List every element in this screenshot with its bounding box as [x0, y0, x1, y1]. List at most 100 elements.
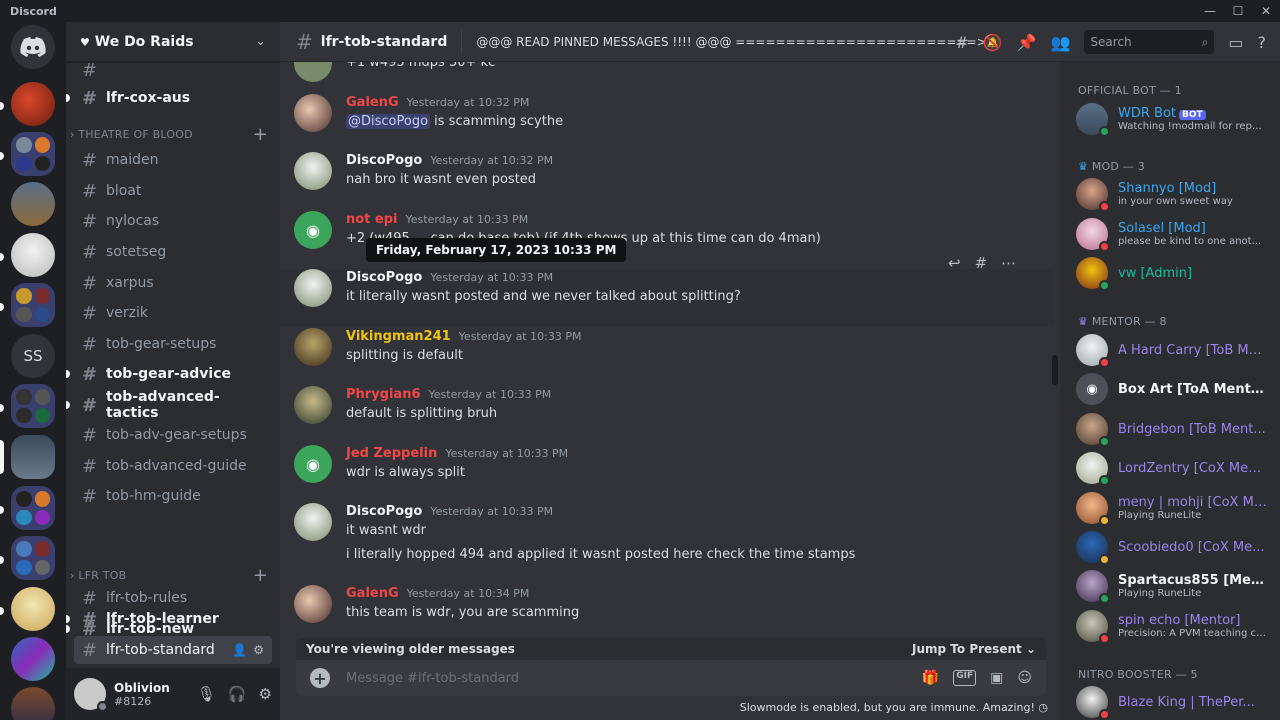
member-item[interactable]: meny | mohji [CoX Me... Playing RuneLite [1076, 487, 1280, 529]
avatar[interactable] [74, 678, 108, 712]
avatar[interactable]: ◉ [294, 445, 332, 483]
server-folder[interactable] [11, 384, 55, 428]
author-name[interactable]: GalenG [346, 586, 399, 601]
threads-icon[interactable]: # [955, 33, 968, 52]
maximize-button[interactable]: ☐ [1224, 0, 1252, 22]
server-icon-dragon[interactable] [11, 82, 55, 126]
guild-header[interactable]: ♥ We Do Raids ⌄ [66, 22, 280, 62]
timestamp[interactable]: Yesterday at 10:34 PM [407, 587, 530, 600]
server-icon-warrior[interactable] [11, 687, 55, 720]
channel-item[interactable]: # tob-advanced-tactics [66, 389, 272, 421]
server-icon-ss[interactable]: SS [11, 334, 55, 378]
channel-topic[interactable]: @@@ READ PINNED MESSAGES !!!! @@@ ======… [476, 35, 986, 49]
member-item[interactable]: Scoobiedo0 [CoX Me... [1076, 526, 1280, 568]
headphones-icon[interactable]: 🎧 [228, 685, 247, 703]
channel-item[interactable]: # tob-gear-setups [74, 330, 272, 358]
create-thread-icon[interactable]: # [975, 254, 988, 272]
avatar[interactable] [294, 269, 332, 307]
channel-partial[interactable]: # [74, 62, 272, 84]
member-item[interactable]: Shannyo [Mod] in your own sweet way [1076, 173, 1280, 215]
member-item[interactable]: Spartacus855 [Mento... Playing RuneLite [1076, 565, 1280, 607]
server-folder[interactable] [11, 283, 55, 327]
message-hovered[interactable]: DiscoPogo Yesterday at 10:33 PM it litera… [280, 269, 1054, 327]
member-item[interactable]: Bridgebon [ToB Ment... [1076, 408, 1280, 450]
channel-item[interactable]: # tob-hm-guide [74, 482, 272, 510]
user-mention[interactable]: @DiscoPogo [346, 114, 431, 129]
reply-icon[interactable]: ↩ [948, 254, 961, 272]
member-item[interactable]: spin echo [Mentor] Precision: A PVM teac… [1076, 605, 1280, 647]
microphone-icon[interactable]: 🎙 [197, 685, 216, 703]
timestamp[interactable]: Yesterday at 10:33 PM [406, 213, 529, 226]
jump-to-present-button[interactable]: Jump To Present ⌄ [912, 642, 1036, 656]
message-input[interactable]: Message #lfr-tob-standard [346, 671, 519, 686]
gif-button[interactable]: GIF [953, 670, 977, 686]
avatar[interactable] [294, 328, 332, 366]
category-lfr-tob[interactable]: › LFR TOB + [70, 565, 270, 586]
author-name[interactable]: DiscoPogo [346, 504, 422, 519]
search-input[interactable]: Search ⌕ [1084, 30, 1215, 54]
avatar[interactable] [294, 585, 332, 623]
server-icon-castle[interactable] [11, 182, 55, 226]
member-item[interactable]: ◉ Box Art [ToA Mentor] [1076, 368, 1280, 410]
member-item[interactable]: Blaze King | ThePer... [1076, 681, 1280, 720]
channel-item[interactable]: # bloat [74, 177, 272, 205]
help-icon[interactable]: ? [1258, 33, 1267, 52]
server-folder[interactable] [11, 132, 55, 176]
invite-icon[interactable]: 👤 [232, 643, 247, 657]
gift-icon[interactable]: 🎁 [922, 670, 939, 686]
emoji-icon[interactable]: ☺ [1017, 670, 1032, 686]
close-button[interactable]: ✕ [1252, 0, 1280, 22]
author-name[interactable]: Vikingman241 [346, 329, 451, 344]
minimize-button[interactable]: — [1196, 0, 1224, 22]
add-channel-icon[interactable]: + [253, 565, 268, 586]
channel-item-active[interactable]: # lfr-tob-standard 👤 ⚙ [74, 636, 272, 664]
server-icon-wdr[interactable] [11, 435, 55, 479]
avatar[interactable] [294, 503, 332, 541]
author-name[interactable]: DiscoPogo [346, 270, 422, 285]
avatar[interactable] [294, 94, 332, 132]
more-options-icon[interactable]: ⋯ [1001, 254, 1016, 272]
category-theatre-of-blood[interactable]: › THEATRE OF BLOOD + [70, 124, 270, 145]
add-attachment-icon[interactable]: + [310, 668, 330, 688]
timestamp[interactable]: Yesterday at 10:33 PM [430, 271, 553, 284]
home-button[interactable] [11, 25, 55, 69]
scrollbar-thumb[interactable] [1052, 355, 1058, 385]
avatar[interactable] [294, 386, 332, 424]
server-icon-bunny[interactable] [11, 233, 55, 277]
channel-item[interactable]: # tob-adv-gear-setups [74, 421, 272, 449]
channel-item[interactable]: # sotetseg [74, 238, 272, 266]
channel-item[interactable]: # lfr-tob-learner [66, 605, 272, 633]
author-name[interactable]: Phrygian6 [346, 387, 421, 402]
member-item[interactable]: Solasel [Mod] please be kind to one anot… [1076, 213, 1280, 255]
add-channel-icon[interactable]: + [253, 124, 268, 145]
timestamp[interactable]: Yesterday at 10:33 PM [429, 388, 552, 401]
channel-item[interactable]: # lfr-cox-aus [66, 84, 272, 112]
channel-item[interactable]: # xarpus [74, 269, 272, 297]
channel-item[interactable]: # verzik [74, 299, 272, 327]
channel-item[interactable]: # tob-advanced-guide [74, 452, 272, 480]
user-info[interactable]: Oblivion #8126 [114, 681, 170, 708]
member-list-icon[interactable]: 👥 [1050, 33, 1070, 52]
member-item[interactable]: WDR Bot BOT Watching !modmail for reports [1076, 98, 1280, 140]
inbox-icon[interactable]: ▭ [1228, 33, 1243, 52]
channel-item[interactable]: # tob-gear-advice [66, 360, 272, 388]
avatar[interactable]: ◉ [294, 211, 332, 249]
avatar[interactable] [294, 62, 332, 82]
member-item[interactable]: LordZentry [CoX Men... [1076, 447, 1280, 489]
timestamp[interactable]: Yesterday at 10:33 PM [445, 447, 568, 460]
mute-bell-icon[interactable]: 🔕 [983, 33, 1003, 52]
timestamp[interactable]: Yesterday at 10:32 PM [430, 154, 553, 167]
member-item[interactable]: A Hard Carry [ToB Me... [1076, 329, 1280, 371]
channel-item[interactable]: # nylocas [74, 207, 272, 235]
server-icon-anime[interactable] [11, 587, 55, 631]
author-name[interactable]: DiscoPogo [346, 153, 422, 168]
server-folder[interactable] [11, 486, 55, 530]
author-name[interactable]: not epi [346, 212, 398, 227]
gear-icon[interactable]: ⚙ [253, 643, 264, 657]
avatar[interactable] [294, 152, 332, 190]
timestamp[interactable]: Yesterday at 10:33 PM [459, 330, 582, 343]
server-icon-abstract[interactable] [11, 637, 55, 681]
sticker-icon[interactable]: ▣ [990, 670, 1003, 686]
channel-item[interactable]: # maiden [74, 146, 272, 174]
pin-icon[interactable]: 📌 [1017, 33, 1037, 52]
